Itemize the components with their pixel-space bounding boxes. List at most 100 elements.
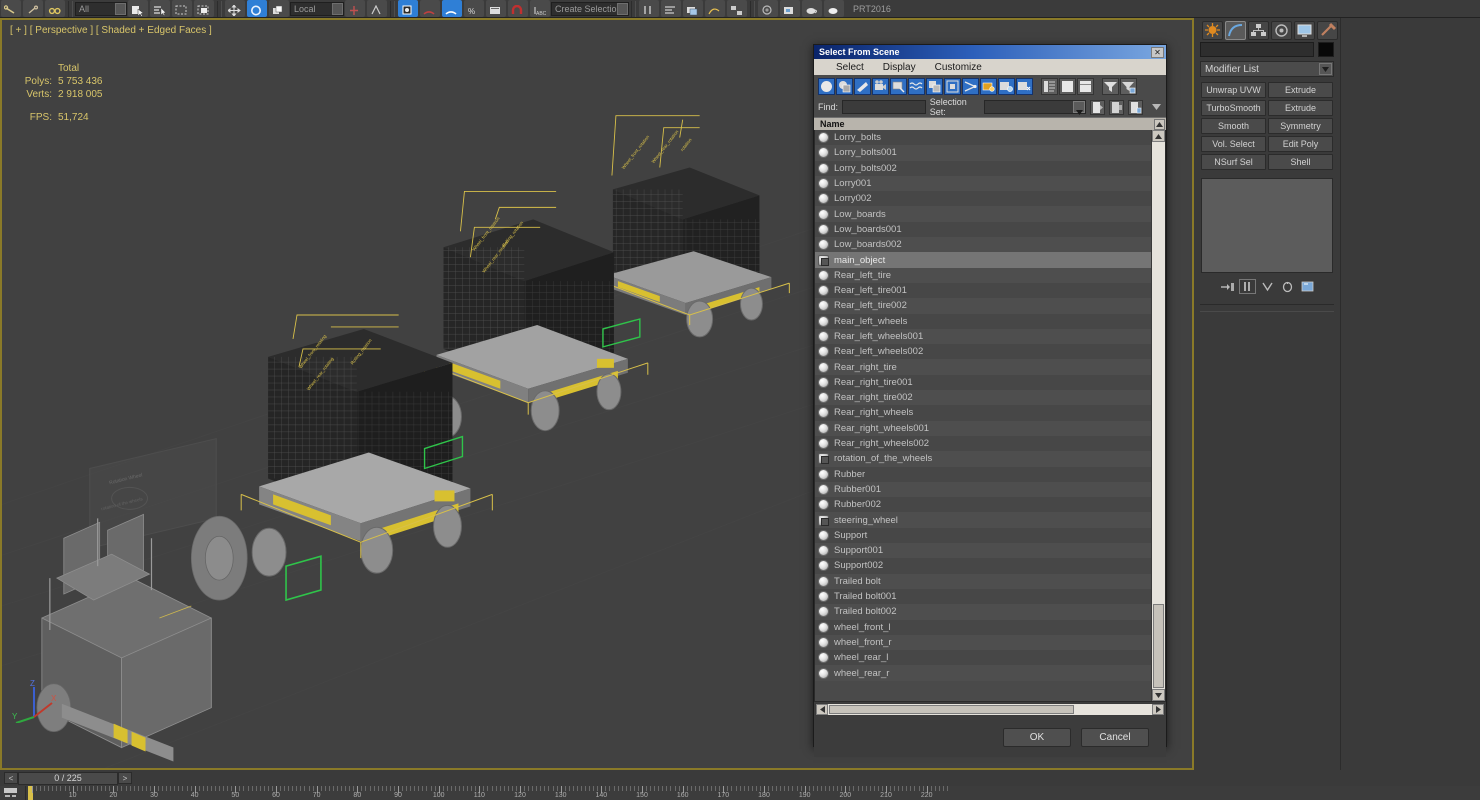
modifier-button-extrude-1[interactable]: Extrude	[1268, 82, 1333, 98]
display-influences-icon[interactable]	[998, 78, 1015, 95]
modify-tab[interactable]	[1225, 21, 1246, 40]
object-color-swatch[interactable]	[1318, 42, 1334, 57]
magnet-icon[interactable]	[508, 0, 528, 17]
ok-button[interactable]: OK	[1003, 728, 1071, 747]
display-cameras-icon[interactable]	[872, 78, 889, 95]
show-end-result-icon[interactable]	[1239, 279, 1256, 294]
chevron-down-icon[interactable]	[617, 3, 628, 15]
pin-stack-icon[interactable]	[1219, 279, 1236, 294]
list-item[interactable]: rotation_of_the_wheels	[815, 451, 1151, 466]
select-and-scale-icon[interactable]	[269, 0, 289, 17]
create-tab[interactable]	[1202, 21, 1223, 40]
display-groups-icon[interactable]	[926, 78, 943, 95]
menu-item-display[interactable]: Display	[883, 62, 916, 73]
dialog-titlebar[interactable]: Select From Scene ✕	[814, 45, 1166, 59]
undo-icon[interactable]	[1, 0, 21, 17]
display-shapes-icon[interactable]	[836, 78, 853, 95]
list-item[interactable]: Rear_left_wheels001	[815, 329, 1151, 344]
select-and-move-icon[interactable]	[225, 0, 245, 17]
list-item[interactable]: Low_boards	[815, 206, 1151, 221]
select-object-icon[interactable]	[128, 0, 148, 17]
list-item[interactable]: Support002	[815, 558, 1151, 573]
cancel-button[interactable]: Cancel	[1081, 728, 1149, 747]
list-item[interactable]: Lorry001	[815, 176, 1151, 191]
create-selection-set-icon[interactable]	[1090, 100, 1105, 115]
filter-icon[interactable]	[1102, 78, 1119, 95]
object-name-field[interactable]	[1200, 42, 1314, 57]
object-list-body[interactable]: Lorry_boltsLorry_bolts001Lorry_bolts002L…	[815, 130, 1151, 701]
select-link-icon[interactable]	[45, 0, 65, 17]
edit-named-selection-icon[interactable]	[486, 0, 506, 17]
select-and-rotate-icon[interactable]	[247, 0, 267, 17]
modifier-button-shell[interactable]: Shell	[1268, 154, 1333, 170]
frame-ruler[interactable]: 1020304050607080901001101201301401501601…	[26, 786, 1480, 800]
layer-manager-icon[interactable]	[683, 0, 703, 17]
hscrollbar-thumb[interactable]	[829, 705, 1074, 714]
open-mini-curve-editor-button[interactable]	[0, 786, 26, 800]
list-item[interactable]: Support	[815, 528, 1151, 543]
selection-set-input[interactable]	[984, 100, 1086, 114]
expand-all-icon[interactable]	[1059, 78, 1076, 95]
modifier-list-dropdown[interactable]: Modifier List	[1200, 61, 1334, 77]
chevron-down-icon[interactable]	[1319, 63, 1332, 75]
render-production-teapot-icon[interactable]	[824, 0, 844, 17]
scroll-up-icon[interactable]	[1154, 119, 1165, 130]
list-item[interactable]: Rear_left_tire002	[815, 298, 1151, 313]
list-item[interactable]: Rear_right_tire001	[815, 375, 1151, 390]
list-item[interactable]: Lorry_bolts001	[815, 145, 1151, 160]
modifier-button-turbosmooth[interactable]: TurboSmooth	[1201, 100, 1266, 116]
display-tab[interactable]	[1294, 21, 1315, 40]
display-bones-icon[interactable]	[962, 78, 979, 95]
list-item[interactable]: Rubber	[815, 467, 1151, 482]
list-item[interactable]: Rubber001	[815, 482, 1151, 497]
percent-snap-icon[interactable]	[442, 0, 462, 17]
named-selection-set-field[interactable]: Create Selection Se	[551, 2, 629, 16]
list-item[interactable]: Trailed bolt	[815, 574, 1151, 589]
make-unique-icon[interactable]	[1259, 279, 1276, 294]
align-icon[interactable]	[661, 0, 681, 17]
modifier-button-symmetry[interactable]: Symmetry	[1268, 118, 1333, 134]
display-geometry-icon[interactable]	[818, 78, 835, 95]
select-and-manipulate-icon[interactable]	[367, 0, 387, 17]
list-item[interactable]: Low_boards002	[815, 237, 1151, 252]
display-space-warps-icon[interactable]	[908, 78, 925, 95]
prev-frame-button[interactable]: <	[4, 772, 18, 784]
list-item[interactable]: Rear_left_wheels	[815, 314, 1151, 329]
list-item[interactable]: Lorry002	[815, 191, 1151, 206]
display-lights-icon[interactable]	[854, 78, 871, 95]
curve-editor-icon[interactable]	[705, 0, 725, 17]
chevron-down-icon[interactable]	[115, 3, 126, 15]
list-item[interactable]: main_object	[815, 252, 1151, 267]
display-xrefs-icon[interactable]	[944, 78, 961, 95]
list-item[interactable]: Rear_left_tire	[815, 268, 1151, 283]
list-item[interactable]: wheel_front_l	[815, 620, 1151, 635]
named-selection-label-icon[interactable]: ABC	[530, 0, 550, 17]
modifier-button-unwrap-uvw[interactable]: Unwrap UVW	[1201, 82, 1266, 98]
list-item[interactable]: Rear_right_tire	[815, 359, 1151, 374]
list-types-icon[interactable]	[1041, 78, 1058, 95]
list-horizontal-scrollbar[interactable]	[815, 703, 1165, 716]
find-input[interactable]	[842, 100, 926, 114]
select-by-name-icon[interactable]	[150, 0, 170, 17]
chevron-down-icon[interactable]	[1073, 101, 1085, 113]
reset-filter-icon[interactable]	[1120, 78, 1137, 95]
schematic-view-icon[interactable]	[727, 0, 747, 17]
list-item[interactable]: Support001	[815, 543, 1151, 558]
scrollbar-thumb[interactable]	[1153, 604, 1164, 688]
hierarchy-tab[interactable]	[1248, 21, 1269, 40]
list-item[interactable]: Rubber002	[815, 497, 1151, 512]
current-frame-field[interactable]: 0 / 225	[18, 772, 118, 785]
list-vertical-scrollbar[interactable]	[1151, 130, 1165, 701]
angle-snap-icon[interactable]	[420, 0, 440, 17]
scene-object-list[interactable]: Lorry_boltsLorry_bolts001Lorry_bolts002L…	[814, 130, 1166, 702]
selection-filter-dropdown[interactable]: All	[75, 2, 127, 16]
modifier-button-edit-poly[interactable]: Edit Poly	[1268, 136, 1333, 152]
rect-select-region-icon[interactable]	[172, 0, 192, 17]
menu-item-select[interactable]: Select	[836, 62, 864, 73]
next-frame-button[interactable]: >	[118, 772, 132, 784]
remove-modifier-icon[interactable]	[1279, 279, 1296, 294]
collapse-all-icon[interactable]	[1077, 78, 1094, 95]
track-bar[interactable]: 1020304050607080901001101201301401501601…	[0, 786, 1480, 800]
utilities-tab[interactable]	[1317, 21, 1338, 40]
use-pivot-center-icon[interactable]	[345, 0, 365, 17]
